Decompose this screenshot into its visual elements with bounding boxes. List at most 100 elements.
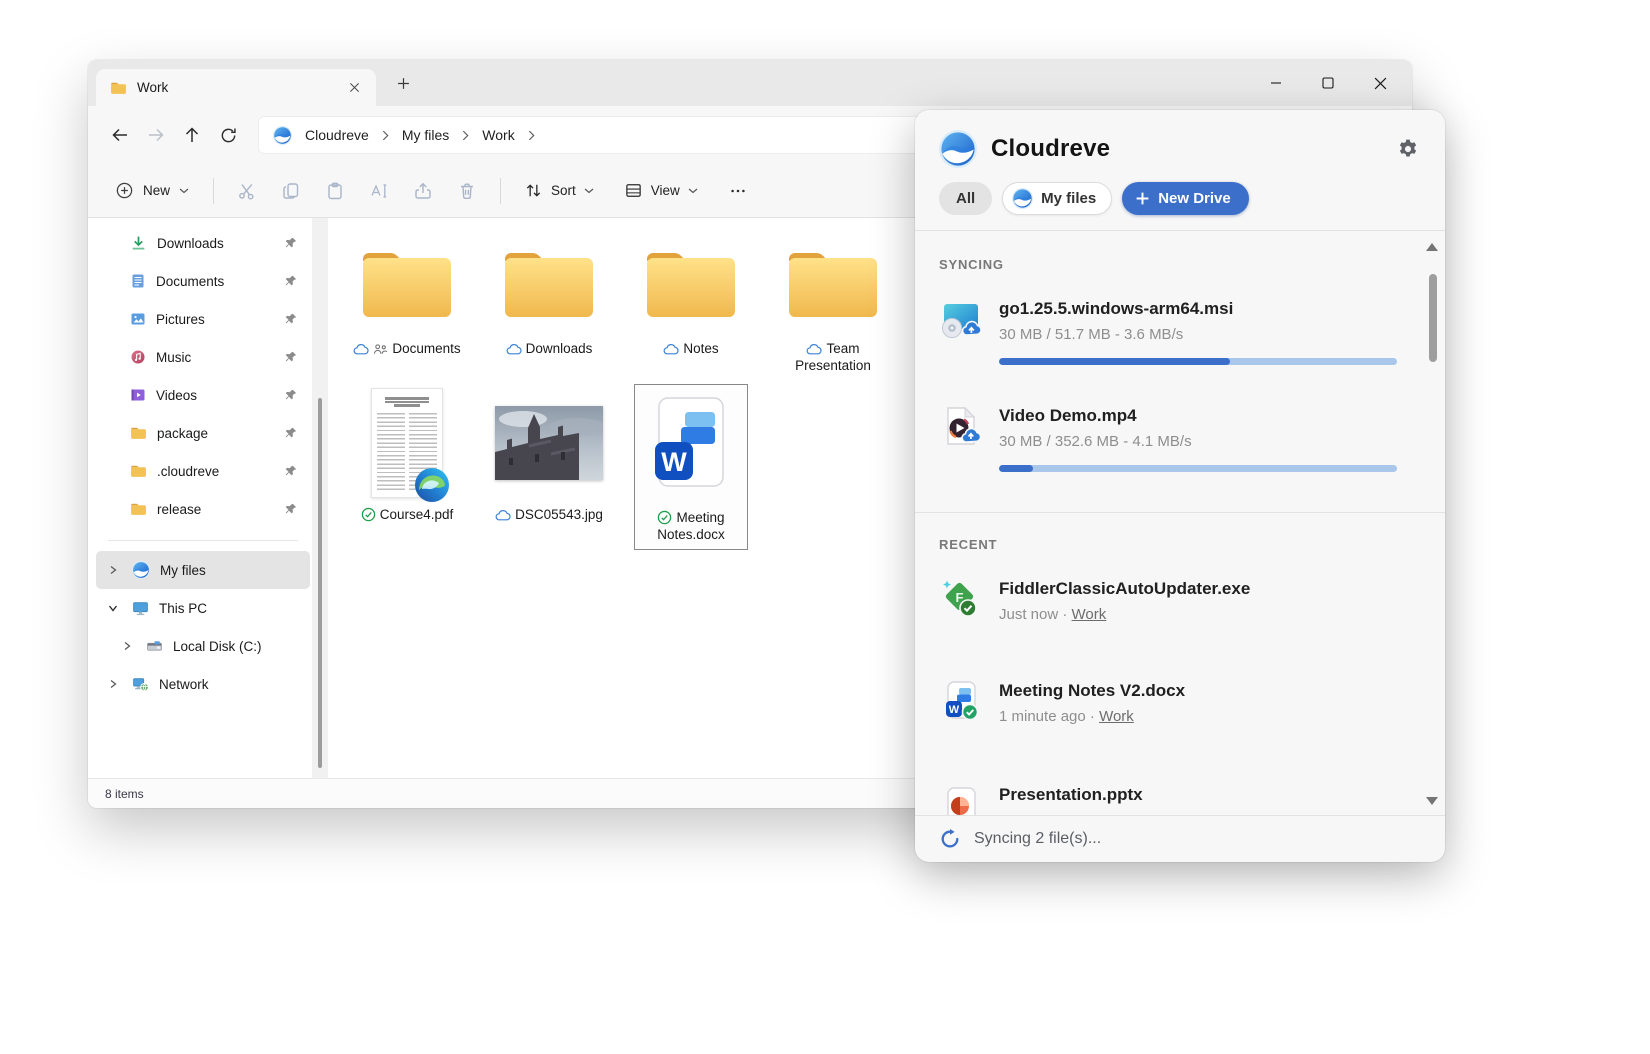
sidebar-item-my-files[interactable]: My files	[96, 551, 310, 589]
chip-label: My files	[1041, 190, 1096, 207]
sidebar-item-videos[interactable]: Videos	[96, 376, 310, 414]
syncing-item[interactable]: go1.25.5.windows-arm64.msi 30 MB / 51.7 …	[939, 298, 1421, 365]
recent-item-body: Meeting Notes V2.docx 1 minute ago · Wor…	[999, 680, 1421, 728]
syncing-section-header: SYNCING	[939, 257, 1421, 272]
paste-icon[interactable]	[313, 173, 357, 209]
sidebar-item-network[interactable]: Network	[96, 665, 310, 703]
panel-header: Cloudreve	[915, 110, 1445, 168]
share-icon[interactable]	[401, 173, 445, 209]
filter-chip-all[interactable]: All	[939, 182, 992, 215]
edge-browser-icon	[414, 467, 450, 503]
toolbar-divider	[500, 178, 501, 204]
copy-icon[interactable]	[269, 173, 313, 209]
sidebar-divider	[108, 540, 298, 541]
pin-icon	[284, 502, 298, 516]
panel-footer: Syncing 2 file(s)...	[915, 815, 1445, 862]
chevron-expanded-icon[interactable]	[108, 599, 118, 617]
new-drive-button[interactable]: New Drive	[1122, 182, 1249, 215]
syncing-item[interactable]: Video Demo.mp4 30 MB / 352.6 MB - 4.1 MB…	[939, 405, 1421, 472]
scroll-down-icon[interactable]	[1426, 797, 1438, 805]
breadcrumb-root[interactable]: Cloudreve	[301, 125, 373, 145]
folder-tile-team-presentation[interactable]: Team Presentation	[762, 234, 904, 374]
sidebar-item-release[interactable]: release	[96, 490, 310, 528]
file-tile-course4-pdf[interactable]: Course4.pdf	[336, 384, 478, 550]
folder-tile-downloads[interactable]: Downloads	[478, 234, 620, 374]
back-icon[interactable]	[102, 117, 138, 153]
breadcrumb-level2[interactable]: Work	[478, 125, 518, 145]
view-button[interactable]: View	[612, 173, 710, 209]
cloudreve-logo-icon	[132, 561, 150, 579]
selection-box: W Meeting Notes.docx	[634, 384, 748, 550]
scroll-up-icon[interactable]	[1426, 243, 1438, 251]
new-button[interactable]: New	[102, 173, 202, 209]
folder-icon	[130, 502, 147, 516]
chevron-down-icon	[584, 188, 594, 194]
file-name: Course4.pdf	[380, 506, 454, 523]
sidebar-item-this-pc[interactable]: This PC	[96, 589, 310, 627]
view-button-label: View	[651, 183, 680, 198]
sidebar-item-documents[interactable]: Documents	[96, 262, 310, 300]
recent-location-link[interactable]: Work	[1099, 708, 1134, 725]
panel-scroll-area: SYNCING go1.25.5.windows-arm64.msi 30 MB…	[915, 231, 1445, 815]
filter-chip-my-files[interactable]: My files	[1002, 182, 1112, 215]
synced-check-icon	[361, 507, 376, 522]
folder-tile-documents[interactable]: Documents	[336, 234, 478, 374]
chevron-right-icon[interactable]	[104, 565, 122, 575]
close-button[interactable]	[1354, 60, 1406, 106]
breadcrumb-chevron-icon[interactable]	[462, 130, 469, 141]
section-divider	[915, 512, 1445, 513]
chevron-right-icon[interactable]	[118, 641, 136, 651]
recent-location-link[interactable]: Work	[1072, 606, 1107, 623]
sidebar-item-music[interactable]: Music	[96, 338, 310, 376]
sidebar-item-pictures[interactable]: Pictures	[96, 300, 310, 338]
chevron-right-icon[interactable]	[104, 679, 122, 689]
word-file-icon: W	[939, 680, 983, 724]
settings-gear-icon[interactable]	[1393, 134, 1423, 164]
breadcrumb-level1[interactable]: My files	[398, 125, 453, 145]
pin-icon	[284, 426, 298, 440]
sidebar-scrollbar[interactable]	[312, 218, 328, 778]
word-document-icon: W	[641, 387, 741, 505]
sidebar-item-local-disk-c[interactable]: Local Disk (C:)	[110, 627, 310, 665]
cut-icon[interactable]	[225, 173, 269, 209]
sidebar-item-cloudreve-folder[interactable]: .cloudreve	[96, 452, 310, 490]
folder-tile-notes[interactable]: Notes	[620, 234, 762, 374]
sidebar-item-package[interactable]: package	[96, 414, 310, 452]
cloud-status-icon	[663, 343, 679, 355]
new-drive-label: New Drive	[1158, 190, 1231, 207]
progress-bar	[999, 358, 1397, 365]
sidebar-item-label: .cloudreve	[157, 464, 219, 479]
file-tile-dsc05543-jpg[interactable]: DSC05543.jpg	[478, 384, 620, 550]
rename-icon[interactable]	[357, 173, 401, 209]
delete-icon[interactable]	[445, 173, 489, 209]
tab-close-icon[interactable]	[342, 76, 366, 100]
scrollbar-thumb[interactable]	[318, 398, 322, 768]
pin-icon	[284, 464, 298, 478]
breadcrumb-chevron-icon[interactable]	[528, 130, 535, 141]
forward-icon[interactable]	[138, 117, 174, 153]
up-icon[interactable]	[174, 117, 210, 153]
sort-button-label: Sort	[551, 183, 576, 198]
recent-time: 1 minute ago	[999, 708, 1086, 725]
fiddler-exe-icon: F	[939, 578, 983, 622]
file-name-line2: Notes.docx	[657, 526, 725, 543]
synced-check-icon	[657, 510, 672, 525]
recent-item[interactable]: F FiddlerClassicAutoUpdater.exe Just now…	[939, 578, 1421, 626]
recent-item[interactable]: W Meeting Notes V2.docx 1 minute ago · W…	[939, 680, 1421, 728]
window-controls	[1250, 60, 1406, 106]
recent-item[interactable]: Presentation.pptx	[939, 784, 1421, 815]
refresh-icon[interactable]	[210, 117, 246, 153]
progress-fill	[999, 358, 1230, 365]
maximize-button[interactable]	[1302, 60, 1354, 106]
more-options-icon[interactable]	[716, 173, 760, 209]
file-tile-meeting-notes-docx[interactable]: W Meeting Notes.docx	[620, 384, 762, 550]
minimize-button[interactable]	[1250, 60, 1302, 106]
folder-icon	[130, 426, 147, 440]
breadcrumb-chevron-icon[interactable]	[382, 130, 389, 141]
new-tab-button[interactable]	[388, 68, 418, 98]
panel-scrollbar-thumb[interactable]	[1429, 274, 1437, 362]
sidebar-item-downloads[interactable]: Downloads	[96, 224, 310, 262]
sort-button[interactable]: Sort	[512, 173, 606, 209]
explorer-tab-work[interactable]: Work	[96, 69, 376, 106]
explorer-titlebar: Work	[88, 60, 1412, 106]
